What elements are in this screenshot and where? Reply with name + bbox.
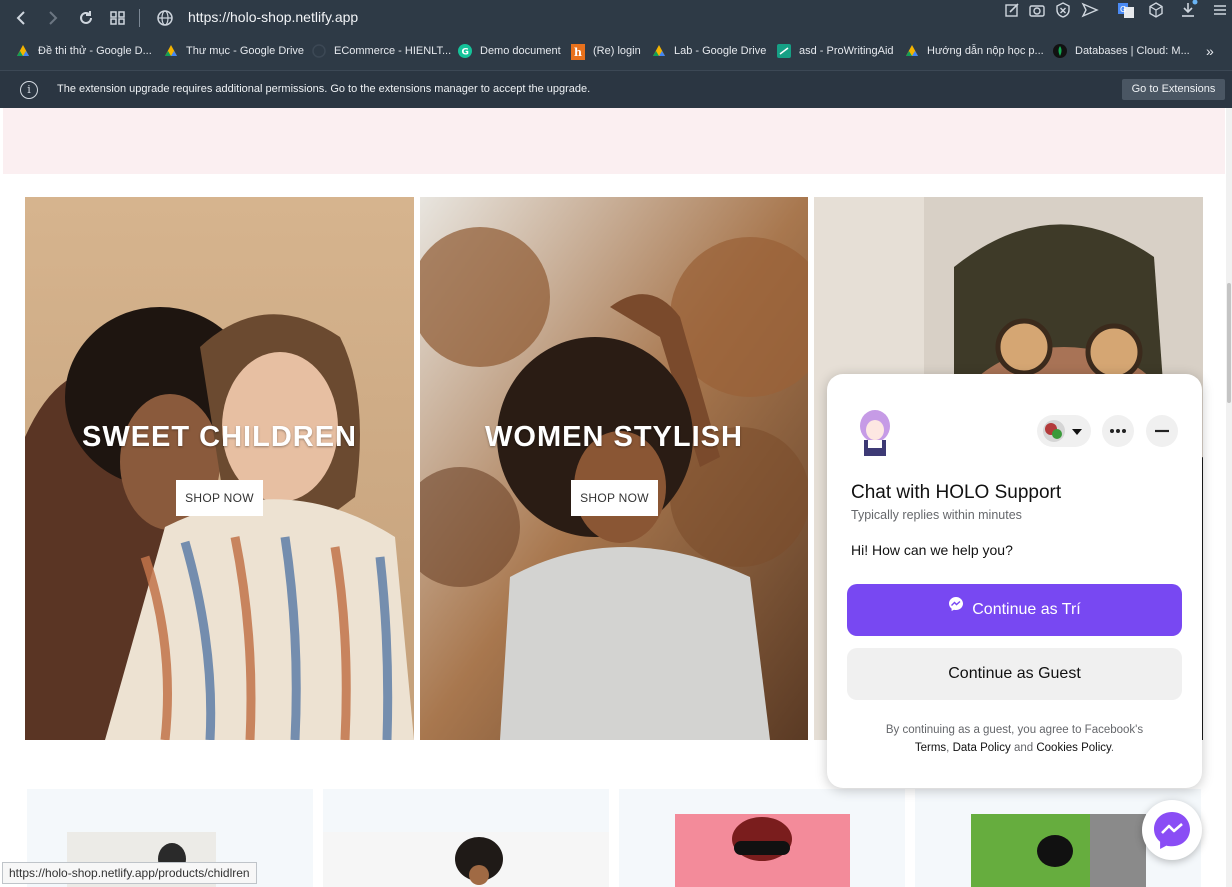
send-icon[interactable] bbox=[1080, 0, 1100, 20]
banner-title: SWEET CHILDREN bbox=[82, 421, 357, 453]
address-bar[interactable]: https://holo-shop.netlify.app bbox=[188, 9, 358, 25]
shop-now-button[interactable]: SHOP NOW bbox=[176, 480, 263, 516]
product-card[interactable] bbox=[323, 789, 609, 887]
product-image bbox=[675, 814, 850, 887]
toolbar-divider bbox=[139, 9, 140, 27]
reload-icon[interactable] bbox=[76, 8, 96, 28]
chevron-right-icon[interactable]: » bbox=[1206, 42, 1214, 60]
svg-text:G: G bbox=[462, 48, 469, 58]
google-drive-icon bbox=[905, 44, 919, 58]
bookmark-item[interactable]: G Demo document bbox=[458, 42, 561, 60]
svg-text:h: h bbox=[574, 46, 582, 59]
chat-title: Chat with HOLO Support bbox=[851, 482, 1062, 503]
banner-image-children bbox=[25, 197, 414, 740]
download-icon[interactable] bbox=[1178, 0, 1198, 20]
continue-as-guest-button[interactable]: Continue as Guest bbox=[847, 648, 1182, 700]
messenger-icon bbox=[948, 582, 964, 634]
tabs-grid-icon[interactable] bbox=[108, 8, 128, 28]
bookmark-label: Thư mục - Google Drive bbox=[186, 45, 305, 57]
more-options-icon[interactable] bbox=[1102, 415, 1134, 447]
page-scrollbar[interactable] bbox=[1226, 108, 1232, 887]
bookmark-label: asd - ProWritingAid bbox=[799, 45, 894, 57]
bookmark-label: Đề thi thử - Google D... bbox=[38, 45, 152, 57]
mongodb-icon bbox=[1053, 44, 1067, 58]
avatar bbox=[849, 404, 901, 460]
bookmark-item[interactable]: Đề thi thử - Google D... bbox=[16, 42, 152, 60]
bookmark-item[interactable]: asd - ProWritingAid bbox=[777, 42, 894, 60]
bookmark-item[interactable]: h (Re) login bbox=[571, 42, 641, 60]
forward-icon[interactable] bbox=[43, 8, 63, 28]
h-icon: h bbox=[571, 44, 585, 60]
infobar-message: The extension upgrade requires additiona… bbox=[57, 83, 591, 95]
extension-infobar: i The extension upgrade requires additio… bbox=[0, 70, 1232, 108]
legal-prefix: By continuing as a guest, you agree to F… bbox=[885, 724, 1144, 736]
messenger-launcher-button[interactable] bbox=[1142, 800, 1202, 860]
browser-chrome: https://holo-shop.netlify.app G Đề thi t… bbox=[0, 0, 1232, 108]
terms-link[interactable]: Terms bbox=[915, 742, 946, 754]
scrollbar-thumb[interactable] bbox=[1227, 283, 1231, 403]
google-drive-icon bbox=[164, 44, 178, 58]
product-card[interactable] bbox=[619, 789, 905, 887]
bookmark-label: Databases | Cloud: M... bbox=[1075, 45, 1190, 57]
continue-as-user-button[interactable]: Continue as Trí bbox=[847, 584, 1182, 636]
account-switcher[interactable] bbox=[1037, 415, 1091, 447]
bookmark-item[interactable]: Lab - Google Drive bbox=[652, 42, 766, 60]
shop-now-button[interactable]: SHOP NOW bbox=[571, 480, 658, 516]
bookmark-label: Lab - Google Drive bbox=[674, 45, 767, 57]
legal-comma: , bbox=[946, 742, 950, 754]
back-icon[interactable] bbox=[11, 8, 31, 28]
info-icon: i bbox=[20, 81, 38, 99]
wordpress-icon bbox=[312, 44, 326, 58]
google-drive-icon bbox=[16, 44, 30, 58]
banner-title: WOMEN STYLISH bbox=[485, 421, 743, 453]
banner-card-children[interactable]: SWEET CHILDREN SHOP NOW bbox=[25, 197, 414, 740]
messenger-chat-widget: Chat with HOLO Support Typically replies… bbox=[827, 374, 1202, 788]
chat-greeting: Hi! How can we help you? bbox=[851, 542, 1013, 558]
edit-icon[interactable] bbox=[1002, 0, 1022, 20]
banner-card-women[interactable]: WOMEN STYLISH SHOP NOW bbox=[420, 197, 808, 740]
block-icon[interactable] bbox=[1053, 0, 1073, 20]
globe-icon bbox=[155, 8, 175, 28]
product-image bbox=[323, 832, 609, 887]
bookmark-label: ECommerce - HIENLT... bbox=[334, 45, 452, 57]
messenger-icon bbox=[1154, 812, 1190, 849]
minimize-icon[interactable] bbox=[1146, 415, 1178, 447]
bookmark-item[interactable]: Databases | Cloud: M... bbox=[1053, 42, 1190, 60]
bookmark-item[interactable]: Hướng dẫn nộp học p... bbox=[905, 42, 1044, 60]
legal-and: and bbox=[1013, 742, 1034, 754]
legal-dot: . bbox=[1110, 742, 1115, 754]
continue-as-user-label: Continue as Trí bbox=[972, 601, 1081, 618]
data-policy-link[interactable]: Data Policy bbox=[953, 742, 1011, 754]
menu-icon[interactable] bbox=[1210, 0, 1230, 20]
go-to-extensions-button[interactable]: Go to Extensions bbox=[1122, 79, 1225, 100]
banner-image-women bbox=[420, 197, 808, 740]
browser-toolbar: https://holo-shop.netlify.app G bbox=[0, 0, 1232, 36]
chat-legal-text: By continuing as a guest, you agree to F… bbox=[847, 721, 1182, 757]
chat-subtitle: Typically replies within minutes bbox=[851, 508, 1022, 522]
bookmark-label: Hướng dẫn nộp học p... bbox=[927, 45, 1044, 57]
google-drive-icon bbox=[652, 44, 666, 58]
svg-text:G: G bbox=[1120, 5, 1126, 14]
grammarly-icon: G bbox=[458, 44, 472, 58]
bookmark-item[interactable]: ECommerce - HIENLT... bbox=[312, 42, 451, 60]
bookmark-label: (Re) login bbox=[593, 45, 641, 57]
camera-icon[interactable] bbox=[1027, 0, 1047, 20]
status-url-tooltip: https://holo-shop.netlify.app/products/c… bbox=[2, 862, 257, 884]
cube-icon[interactable] bbox=[1146, 0, 1166, 20]
bookmarks-bar: Đề thi thử - Google D... Thư mục - Googl… bbox=[0, 38, 1232, 64]
prowritingaid-icon bbox=[777, 44, 791, 58]
bookmark-label: Demo document bbox=[480, 45, 561, 57]
translate-icon[interactable]: G bbox=[1116, 0, 1136, 20]
cookies-policy-link[interactable]: Cookies Policy bbox=[1036, 742, 1111, 754]
hero-band bbox=[3, 108, 1225, 174]
bookmark-item[interactable]: Thư mục - Google Drive bbox=[164, 42, 304, 60]
